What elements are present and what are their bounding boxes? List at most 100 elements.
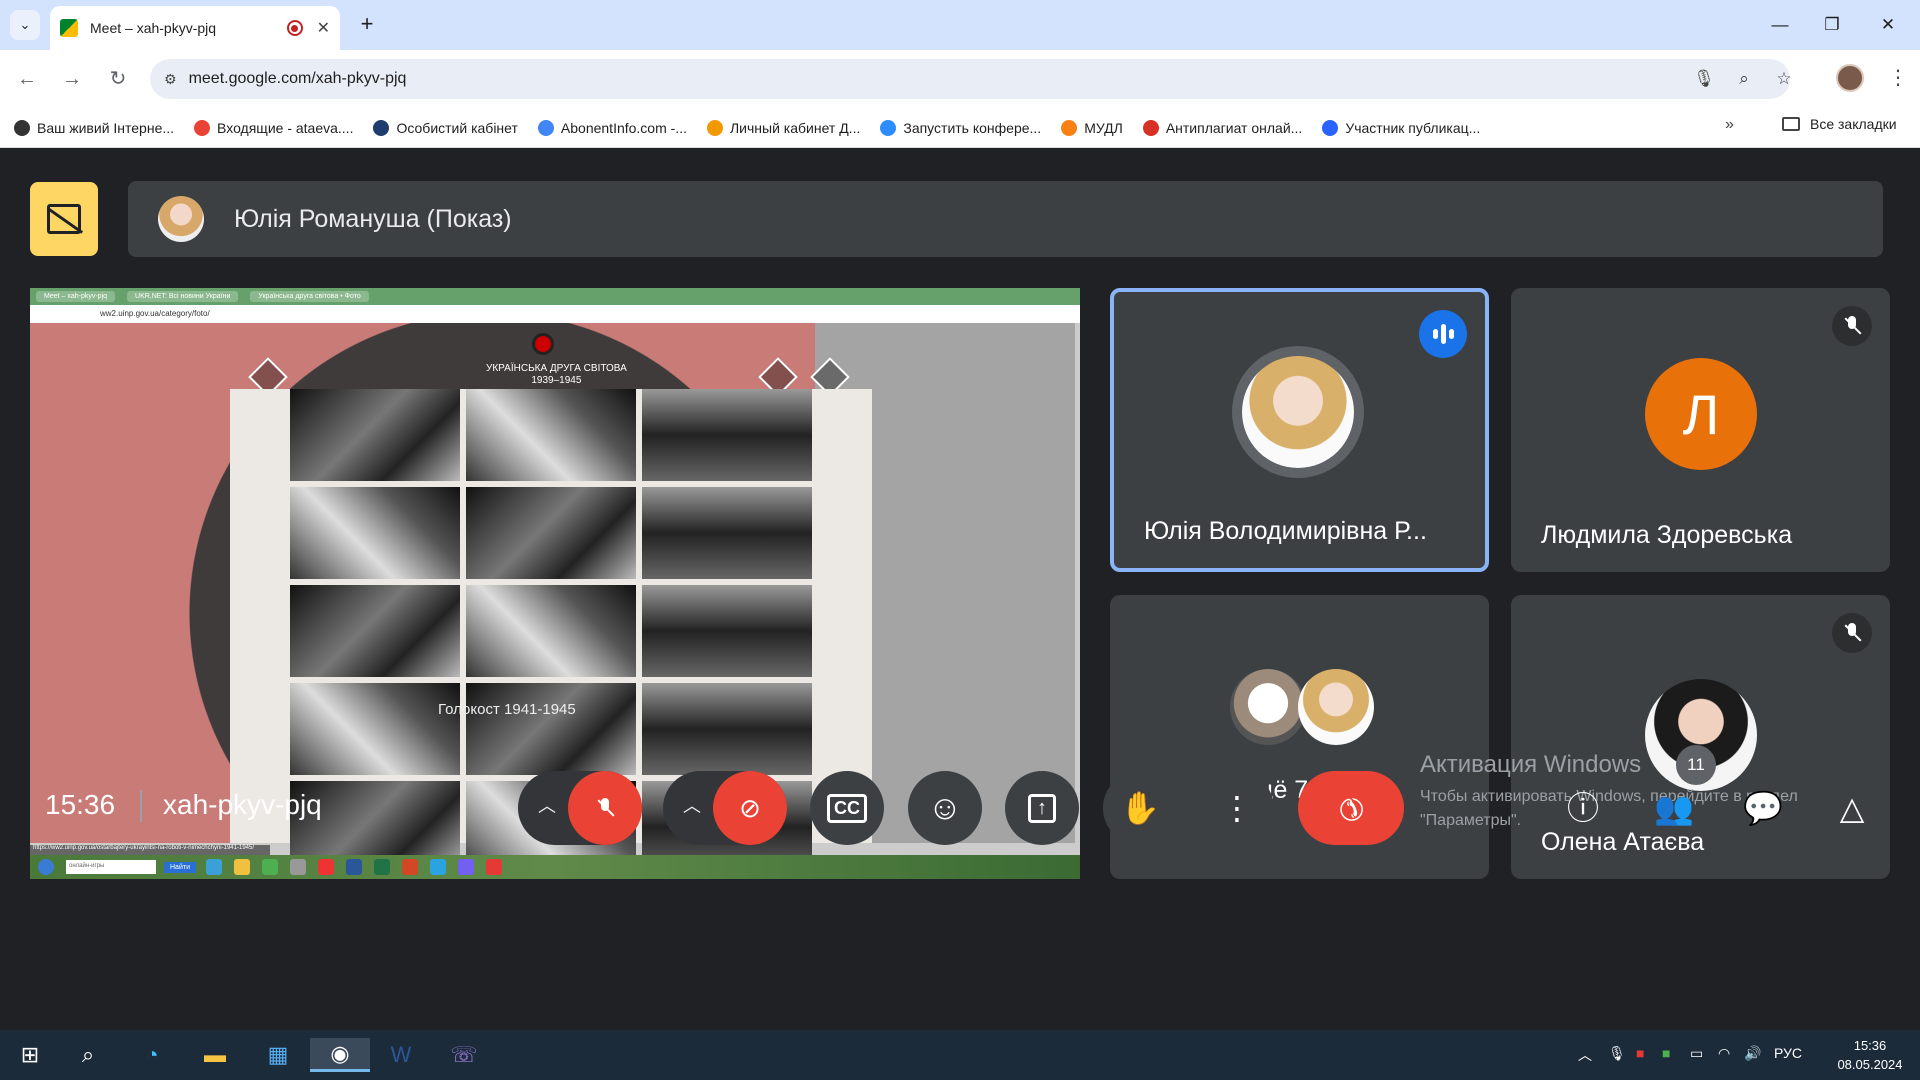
back-button[interactable]: ← [12,64,42,94]
gallery-photo [642,389,812,481]
new-tab-button[interactable]: + [352,10,382,40]
edge-icon[interactable]: ◔ [134,1038,170,1072]
all-bookmarks-button[interactable]: Все закладки [1782,116,1897,132]
bookmark-item[interactable]: Запустить конфере... [880,119,1041,136]
gallery-hover-caption: Голокост 1941-1945 [438,701,576,718]
gallery-photo [466,389,636,481]
participant-name: Юлія Володимирівна Р... [1144,517,1427,545]
24-icon [14,119,30,136]
chrome-icon[interactable]: ◉ [310,1038,370,1072]
more-options-button[interactable]: ⋮ [1200,771,1274,845]
more-bookmarks-icon[interactable]: » [1725,116,1734,134]
bookmark-item[interactable]: Ваш живий Інтерне... [14,119,175,136]
camera-off-button[interactable]: ⊘ [713,771,787,845]
gallery-photo [290,683,460,775]
site-info-icon[interactable]: ⚙ [164,71,177,88]
taskbar-clock[interactable]: 15:36 08.05.2024 [1820,1036,1920,1074]
show-hidden-icons[interactable]: ︿ [1578,1045,1592,1065]
participant-tile[interactable]: Олена Атаєва [1511,595,1890,879]
presentation-badge[interactable] [30,182,98,256]
word-icon[interactable]: W [383,1038,419,1072]
browser-tab-meet[interactable]: Meet – xah-pkyv-pjq ✕ [50,6,340,50]
more-participants-tile[interactable]: Ещё 7 чел. [1110,595,1489,879]
bookmark-item[interactable]: Личный кабинет Д... [706,119,860,136]
chat-button[interactable]: 💬 [1733,780,1793,836]
microsoft-store-icon[interactable]: ▦ [260,1038,296,1072]
microphone-icon[interactable]: 🎙 [1690,65,1718,93]
bookmark-item[interactable]: Особистий кабінет [373,119,518,136]
present-to-all-off-icon [47,204,81,234]
shared-status-url: https://ww2.uinp.gov.ua/ostarbajtery-ukr… [30,845,270,855]
gallery-photo [466,585,636,677]
language-indicator[interactable]: РУС [1774,1045,1802,1061]
pdf-icon [485,859,502,875]
bookmark-item[interactable]: AbonentInfo.com -... [537,119,687,136]
shared-search-box: онлайн-игры [66,860,156,874]
bookmark-item[interactable]: Участник публикац... [1322,119,1480,136]
site-logo [532,333,554,355]
profile-avatar[interactable] [1836,64,1864,92]
hand-icon: ✋ [1120,790,1160,826]
m-icon [1061,119,1078,136]
shared-tab: Meet – xah-pkyv-pjq [36,291,116,302]
bookmark-item[interactable]: МУДЛ [1061,119,1123,136]
shared-address-bar: ww2.uinp.gov.ua/category/foto/ [30,305,1080,323]
video-options-chevron-icon[interactable]: ︿ [678,792,706,820]
browser-toolbar: ← → ↻ ⚙ meet.google.com/xah-pkyv-pjq 🎙 ⌕… [0,50,1920,108]
participant-tile-active-speaker[interactable]: Юлія Володимирівна Р... [1110,288,1489,572]
captions-button[interactable]: CC [810,771,884,845]
bookmark-label: Антиплагиат онлай... [1165,119,1303,136]
search-icon[interactable]: ⌕ [70,1038,106,1072]
viber-icon[interactable]: ☏ [446,1038,482,1072]
leave-call-button[interactable]: ✆ [1298,771,1404,845]
bookmark-item[interactable]: Входящие - ataeva.... [194,119,354,136]
audio-options-chevron-icon[interactable]: ︿ [533,792,561,820]
microphone-off-button[interactable] [568,771,642,845]
reactions-button[interactable]: ☺ [908,771,982,845]
people-button[interactable]: 👥 [1644,780,1704,836]
participant-avatar-cat [1230,669,1306,745]
activation-title: Активация Windows [1420,751,1642,778]
shared-search-button: Найти [164,861,196,873]
y-icon [706,119,723,136]
meeting-details-button[interactable]: ⓘ [1553,780,1613,836]
bookmark-label: Входящие - ataeva.... [217,119,354,136]
participant-name: Людмила Здоревська [1541,521,1793,549]
raise-hand-button[interactable]: ✋ [1103,771,1177,845]
windows-start-icon[interactable]: ⊞ [12,1038,48,1072]
minimize-window-button[interactable]: — [1760,10,1800,40]
participant-initial-avatar: Л [1645,358,1757,470]
app-tray-icon: ■ [1636,1045,1645,1061]
zm-icon [1322,119,1339,136]
file-explorer-icon[interactable]: ▬ [197,1038,233,1072]
presenter-bar: Юлія Романуша (Показ) [128,181,1883,257]
close-window-button[interactable]: ✕ [1868,10,1908,40]
volume-icon: 🔊 [1744,1045,1762,1061]
site-title-text: УКРАЇНСЬКА ДРУГА СВІТОВА [486,363,627,374]
tab-title: Meet – xah-pkyv-pjq [90,20,217,36]
camera-off-icon: ⊘ [739,792,761,823]
close-tab-icon[interactable]: ✕ [317,18,330,38]
bookmark-item[interactable]: Антиплагиат онлай... [1142,119,1303,136]
people-icon: 👥 [1654,790,1694,826]
restore-window-button[interactable]: ❐ [1812,10,1852,40]
forward-button[interactable]: → [57,64,87,94]
zoom-icon[interactable]: ⌕ [1730,65,1758,93]
screen: ⌄ Meet – xah-pkyv-pjq ✕ + — ❐ ✕ ← → ↻ ⚙ … [0,0,1920,1080]
activities-button[interactable]: △ [1822,780,1882,836]
z-icon [880,119,897,136]
gallery-photo [642,683,812,775]
shared-tab: UKR.NET: Всі новини України [127,291,239,302]
present-to-all-icon: ↑ [1028,793,1056,823]
address-bar[interactable]: ⚙ meet.google.com/xah-pkyv-pjq 🎙 ⌕ ☆ [150,59,1792,99]
mic-off-icon [1832,306,1872,346]
reload-button[interactable]: ↻ [103,64,133,94]
call-end-icon: ✆ [1330,787,1372,829]
browser-menu-icon[interactable]: ⋮ [1888,64,1908,92]
bookmark-star-icon[interactable]: ☆ [1770,65,1798,93]
participant-avatar [1242,356,1354,468]
bookmark-label: Ваш живий Інтерне... [37,119,175,136]
present-now-button[interactable]: ↑ [1005,771,1079,845]
tab-search-button[interactable]: ⌄ [10,10,40,40]
participant-tile[interactable]: Л Людмила Здоревська [1511,288,1890,572]
